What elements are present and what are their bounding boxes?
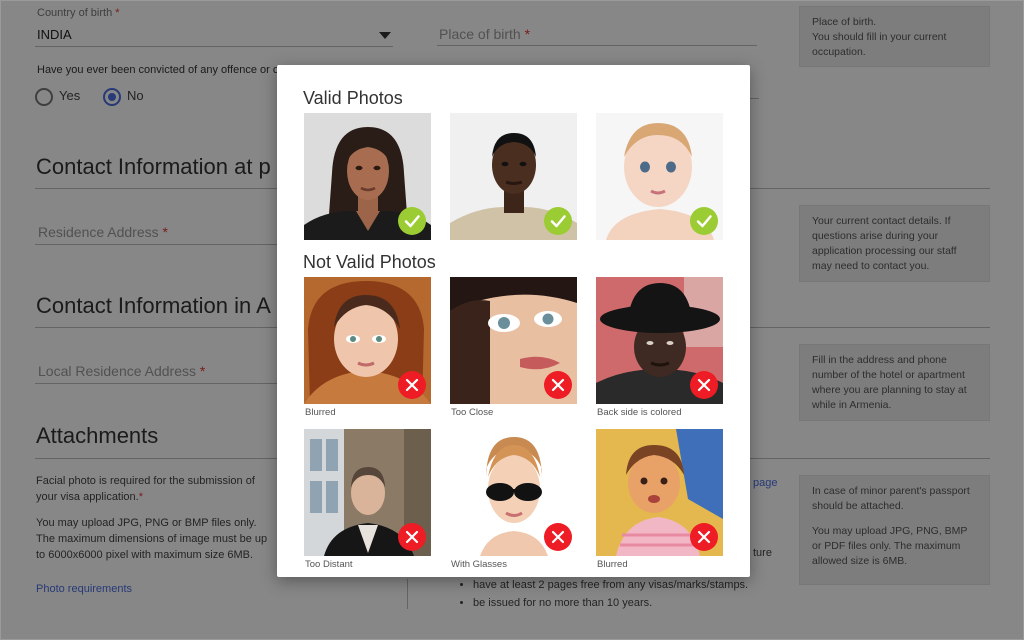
cross-icon bbox=[398, 523, 426, 551]
caption-blurred: Blurred bbox=[597, 559, 628, 570]
cross-icon bbox=[544, 523, 572, 551]
caption-too-distant: Too Distant bbox=[305, 559, 353, 570]
invalid-photo-with-glasses bbox=[450, 429, 577, 556]
check-icon bbox=[690, 207, 718, 235]
cross-icon bbox=[398, 371, 426, 399]
app-frame: Country of birth * INDIA Place of birth … bbox=[0, 0, 1024, 640]
valid-photo-man bbox=[450, 113, 577, 240]
caption-back-side-colored: Back side is colored bbox=[597, 407, 682, 418]
caption-with-glasses: With Glasses bbox=[451, 559, 507, 570]
valid-photo-baby bbox=[596, 113, 723, 240]
invalid-photo-too-distant bbox=[304, 429, 431, 556]
check-icon bbox=[544, 207, 572, 235]
cross-icon bbox=[690, 371, 718, 399]
caption-too-close: Too Close bbox=[451, 407, 494, 418]
cross-icon bbox=[690, 523, 718, 551]
cross-icon bbox=[544, 371, 572, 399]
valid-photos-heading: Valid Photos bbox=[303, 88, 403, 108]
invalid-photo-colored-background bbox=[596, 277, 723, 404]
invalid-photo-blurred bbox=[304, 277, 431, 404]
valid-photo-woman bbox=[304, 113, 431, 240]
invalid-photo-too-close bbox=[450, 277, 577, 404]
invalid-photo-blurred-child bbox=[596, 429, 723, 556]
caption-blurred: Blurred bbox=[305, 407, 336, 418]
check-icon bbox=[398, 207, 426, 235]
photo-requirements-modal: Valid Photos Not Valid Photos Blurred To… bbox=[277, 65, 750, 577]
not-valid-photos-heading: Not Valid Photos bbox=[303, 252, 436, 272]
